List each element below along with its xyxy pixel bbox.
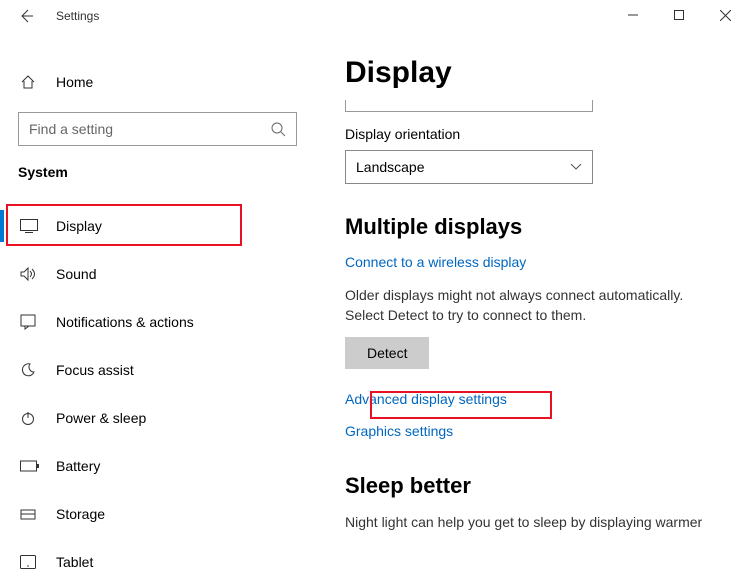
multiple-displays-heading: Multiple displays: [345, 214, 718, 240]
main-content: Display Display orientation Landscape Mu…: [315, 32, 748, 571]
nav-power-sleep[interactable]: Power & sleep: [0, 394, 315, 442]
window-title: Settings: [56, 9, 99, 23]
chevron-down-icon: [570, 163, 582, 171]
nav-item-label: Storage: [56, 506, 105, 522]
sidebar-section-label: System: [0, 164, 315, 180]
nav-focus-assist[interactable]: Focus assist: [0, 346, 315, 394]
power-icon: [20, 410, 42, 426]
search-box[interactable]: [18, 112, 297, 146]
nav-display[interactable]: Display: [0, 202, 315, 250]
nav-item-label: Display: [56, 218, 102, 234]
moon-icon: [20, 362, 42, 378]
nav-storage[interactable]: Storage: [0, 490, 315, 538]
graphics-settings-link[interactable]: Graphics settings: [345, 423, 718, 439]
nav-item-label: Tablet: [56, 554, 93, 570]
orientation-value: Landscape: [356, 159, 425, 175]
battery-icon: [20, 460, 42, 472]
nav-item-label: Battery: [56, 458, 100, 474]
storage-icon: [20, 506, 42, 522]
display-indicator: [345, 100, 593, 112]
nav-item-label: Notifications & actions: [56, 314, 194, 330]
orientation-select[interactable]: Landscape: [345, 150, 593, 184]
nav-home-label: Home: [56, 74, 93, 90]
orientation-label: Display orientation: [345, 126, 718, 142]
notifications-icon: [20, 314, 42, 330]
nav-home[interactable]: Home: [0, 62, 315, 102]
sleep-text: Night light can help you get to sleep by…: [345, 513, 718, 533]
search-icon: [270, 121, 286, 137]
nav-item-label: Focus assist: [56, 362, 134, 378]
back-button[interactable]: [14, 8, 38, 24]
sidebar: Home System Display Sound Notifica: [0, 32, 315, 571]
nav-item-label: Power & sleep: [56, 410, 146, 426]
nav-notifications[interactable]: Notifications & actions: [0, 298, 315, 346]
close-button[interactable]: [702, 0, 748, 30]
detect-text: Older displays might not always connect …: [345, 286, 718, 325]
monitor-icon: [20, 219, 42, 233]
maximize-button[interactable]: [656, 0, 702, 30]
nav-battery[interactable]: Battery: [0, 442, 315, 490]
advanced-display-link[interactable]: Advanced display settings: [345, 391, 718, 407]
sound-icon: [20, 266, 42, 282]
nav-sound[interactable]: Sound: [0, 250, 315, 298]
wireless-display-link[interactable]: Connect to a wireless display: [345, 254, 718, 270]
nav-item-label: Sound: [56, 266, 96, 282]
nav-tablet[interactable]: Tablet: [0, 538, 315, 586]
detect-button[interactable]: Detect: [345, 337, 429, 369]
search-input[interactable]: [29, 121, 249, 137]
minimize-button[interactable]: [610, 0, 656, 30]
tablet-icon: [20, 555, 42, 569]
window-controls: [610, 0, 748, 30]
sleep-better-heading: Sleep better: [345, 473, 718, 499]
page-title: Display: [345, 56, 718, 90]
home-icon: [20, 74, 42, 90]
